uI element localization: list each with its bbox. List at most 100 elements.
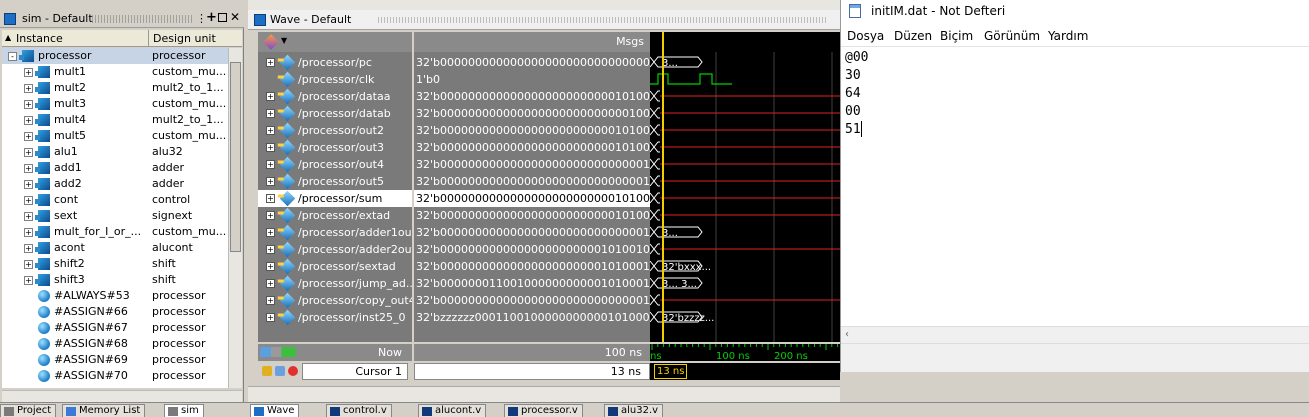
expand-icon[interactable]: + <box>266 279 275 288</box>
column-instance[interactable]: ▲ Instance <box>2 30 149 47</box>
expand-icon[interactable]: + <box>266 245 275 254</box>
sim-tree-row[interactable]: + shift2 shift <box>2 256 228 272</box>
wave-value-row[interactable]: 32'b00000000000000000000000000000100 <box>414 173 650 190</box>
tab-wave[interactable]: Wave <box>250 404 300 417</box>
wave-signal-row[interactable]: + /processor/sum <box>258 190 412 207</box>
expand-icon[interactable]: + <box>24 228 33 237</box>
menu-item[interactable]: Yardım <box>1048 29 1088 43</box>
sim-tree-row[interactable]: + cont control <box>2 192 228 208</box>
chevron-down-icon[interactable]: ▼ <box>281 36 287 45</box>
expand-icon[interactable]: + <box>266 296 275 305</box>
sim-tree-row[interactable]: #ASSIGN#66 processor <box>2 304 228 320</box>
sim-tree-row[interactable]: + mult2 mult2_to_1... <box>2 80 228 96</box>
wave-signal-row[interactable]: + /processor/out3 <box>258 139 412 156</box>
sim-tree-row[interactable]: + mult3 custom_mu... <box>2 96 228 112</box>
sim-tree-row[interactable]: #ASSIGN#70 processor <box>2 368 228 384</box>
expand-icon[interactable]: + <box>266 160 275 169</box>
wave-signal-row[interactable]: + /processor/jump_ad... <box>258 275 412 292</box>
wave-signal-row[interactable]: + /processor/out5 <box>258 173 412 190</box>
wave-signal-row[interactable]: + /processor/dataa <box>258 88 412 105</box>
drag-grip[interactable] <box>378 17 828 23</box>
wave-plot-area[interactable]: 3... 3... 32'bxxx... 3... 3... 32'bzzzz... <box>649 32 840 342</box>
expand-icon[interactable]: + <box>24 68 33 77</box>
expand-icon[interactable]: + <box>24 100 33 109</box>
tab-processor-v[interactable]: processor.v <box>504 404 583 417</box>
wave-value-row[interactable]: 32'b00000000000000000000000001010000 <box>414 190 650 207</box>
sim-tree-row[interactable]: #ASSIGN#68 processor <box>2 336 228 352</box>
tab-project[interactable]: Project <box>0 404 57 417</box>
wave-value-row[interactable]: 32'b00000000000000000000000000000000 <box>414 54 650 71</box>
expand-icon[interactable]: + <box>266 58 275 67</box>
tab-memory-list[interactable]: Memory List <box>62 404 146 417</box>
expand-icon[interactable]: + <box>266 177 275 186</box>
expand-icon[interactable]: + <box>24 116 33 125</box>
close-icon[interactable]: ✕ <box>230 10 240 24</box>
expand-icon[interactable]: + <box>266 109 275 118</box>
tab-alucont-v[interactable]: alucont.v <box>418 404 487 417</box>
expand-icon[interactable]: + <box>266 126 275 135</box>
expand-icon[interactable]: + <box>24 260 33 269</box>
expand-icon[interactable]: + <box>266 194 275 203</box>
dock-icon[interactable] <box>218 13 227 22</box>
wave-signal-row[interactable]: + /processor/sextad <box>258 258 412 275</box>
wave-value-row[interactable]: 32'b00000000000000000000000001010001 <box>414 122 650 139</box>
wave-value-row[interactable]: 32'b00000000000000000000000000010000 <box>414 105 650 122</box>
sim-tree-row[interactable]: + shift3 shift <box>2 272 228 288</box>
expand-icon[interactable]: + <box>266 313 275 322</box>
wave-value-row[interactable]: 32'b00000000000000000000000000000100 <box>414 224 650 241</box>
column-design-unit[interactable]: Design unit <box>150 30 230 47</box>
tab-sim[interactable]: sim <box>164 404 204 417</box>
sim-tree-row[interactable]: #ALWAYS#53 processor <box>2 288 228 304</box>
sim-tree-row[interactable]: + acont alucont <box>2 240 228 256</box>
tab-control-v[interactable]: control.v <box>326 404 392 417</box>
menu-item[interactable]: Dosya <box>847 29 884 43</box>
wave-signal-row[interactable]: + /processor/inst25_0 <box>258 309 412 326</box>
expand-icon[interactable]: + <box>24 196 33 205</box>
expand-icon[interactable]: + <box>266 262 275 271</box>
expand-icon[interactable]: + <box>24 148 33 157</box>
wave-value-row[interactable]: 32'b00000000000000000000000000000100 <box>414 292 650 309</box>
scroll-thumb[interactable] <box>230 62 241 252</box>
waveform-canvas[interactable]: 3... 3... 32'bxxx... 3... 3... 32'bzzzz... <box>649 32 840 342</box>
expand-icon[interactable]: + <box>24 212 33 221</box>
sim-vertical-scrollbar[interactable] <box>228 48 242 388</box>
drag-grip[interactable] <box>92 15 192 23</box>
collapse-icon[interactable]: - <box>8 52 17 61</box>
cursor-lock-icon[interactable] <box>262 366 272 376</box>
wave-value-row[interactable]: 32'b00000000000000000000000001010000 <box>414 88 650 105</box>
expand-icon[interactable]: + <box>266 143 275 152</box>
sim-tree-row[interactable]: + mult1 custom_mu... <box>2 64 228 80</box>
expand-icon[interactable]: + <box>24 180 33 189</box>
scroll-left-icon[interactable]: ‹ <box>845 329 849 340</box>
expand-icon[interactable]: + <box>24 244 33 253</box>
cursor-delete-icon[interactable] <box>288 366 298 376</box>
wave-value-row[interactable]: 32'b00000000000000000000000101001000 <box>414 241 650 258</box>
wave-signal-row[interactable]: + /processor/extad <box>258 207 412 224</box>
expand-icon[interactable]: + <box>24 164 33 173</box>
wave-tool-icon[interactable] <box>263 34 279 50</box>
sim-tree-row[interactable]: + add2 adder <box>2 176 228 192</box>
expand-icon[interactable]: + <box>24 132 33 141</box>
wave-value-row[interactable]: 32'b00000000000000000000000001010001 <box>414 207 650 224</box>
expand-icon[interactable]: + <box>24 84 33 93</box>
notepad-horizontal-scrollbar[interactable]: ‹ <box>841 326 1309 343</box>
sim-tree-row[interactable]: + mult_for_I_or_... custom_mu... <box>2 224 228 240</box>
sim-tree-row[interactable]: + mult5 custom_mu... <box>2 128 228 144</box>
cursor-marker[interactable]: 13 ns <box>654 364 688 379</box>
sim-tree-row[interactable]: #ASSIGN#67 processor <box>2 320 228 336</box>
expand-icon[interactable]: + <box>266 92 275 101</box>
wave-signal-row[interactable]: + /processor/pc <box>258 54 412 71</box>
wave-value-row[interactable]: 1'b0 <box>414 71 650 88</box>
wave-value-row[interactable]: 32'bzzzzzz00011001000000000001010001 <box>414 309 650 326</box>
wave-value-row[interactable]: 32'b00000000000000000000000000000100 <box>414 156 650 173</box>
wave-signal-row[interactable]: + /processor/out2 <box>258 122 412 139</box>
expand-icon[interactable]: + <box>24 276 33 285</box>
wave-signal-row[interactable]: + /processor/copy_out4 <box>258 292 412 309</box>
sim-tree-row[interactable]: + mult4 mult2_to_1... <box>2 112 228 128</box>
wave-horizontal-scrollbar[interactable] <box>248 386 840 402</box>
wave-value-row[interactable]: 32'b00000000000000000000000101000100 <box>414 258 650 275</box>
notepad-text-area[interactable]: @00 30 64 00 51 <box>841 46 1309 326</box>
tab-alu32-v[interactable]: alu32.v <box>604 404 664 417</box>
expand-icon[interactable]: + <box>266 228 275 237</box>
wave-value-row[interactable]: 32'b00000001100100000000000101000100 <box>414 275 650 292</box>
